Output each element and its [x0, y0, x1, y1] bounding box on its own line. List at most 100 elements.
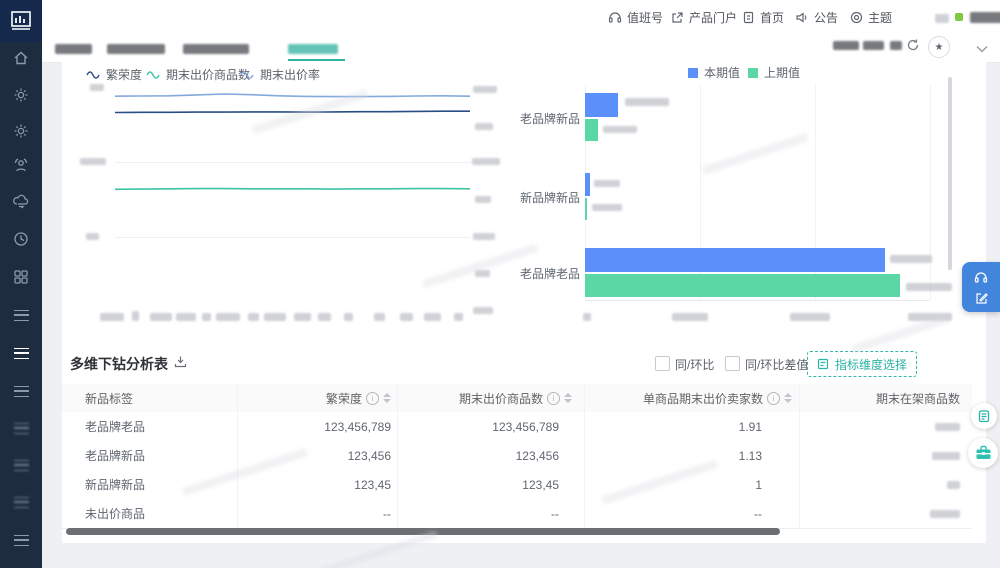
sidebar-item-list-6[interactable] [0, 528, 42, 552]
sidebar-item-home[interactable] [0, 46, 42, 70]
sort-icon[interactable] [383, 393, 391, 403]
sidebar-item-list-5[interactable] [0, 490, 42, 514]
gear-icon [13, 123, 29, 139]
table-row[interactable]: 老品牌新品 123,456 123,456 1.13 [62, 441, 972, 471]
bar-current-old-brand-new[interactable] [585, 93, 618, 117]
collapse-panel-button[interactable] [976, 40, 988, 58]
download-icon [174, 355, 187, 368]
tab-2[interactable] [107, 44, 165, 54]
bar-previous-old-brand-old[interactable] [585, 274, 900, 297]
redacted-value-label [625, 98, 669, 106]
tab-4-active[interactable] [288, 44, 338, 54]
table-download-button[interactable] [174, 355, 187, 373]
legend-item-prosperity[interactable]: 繁荣度 [86, 66, 142, 83]
sidebar-item-settings-1[interactable] [0, 83, 42, 107]
bar-previous-new-brand-new[interactable] [585, 198, 587, 220]
redacted-tick-label [318, 313, 331, 321]
legend-item-current-period[interactable]: 本期值 [688, 64, 740, 81]
grid-icon [13, 269, 29, 285]
sidebar-item-apps[interactable] [0, 265, 42, 289]
gear-icon [13, 87, 29, 103]
sidebar-item-list-2[interactable] [0, 379, 42, 403]
redacted-text [930, 510, 960, 518]
header-text: 期末出价商品数 [459, 390, 543, 407]
list-icon [14, 497, 29, 508]
menu-homepage[interactable]: 首页 [742, 0, 784, 34]
info-icon[interactable]: i [767, 392, 780, 405]
edit-icon[interactable] [975, 292, 988, 305]
header-text: 新品标签 [85, 390, 133, 407]
floating-toolbox-button[interactable] [968, 438, 998, 468]
floating-report-button[interactable] [971, 403, 997, 429]
table-section-title: 多维下钻分析表 [70, 354, 168, 374]
column-header-bid-product-count[interactable]: 期末出价商品数 i [398, 384, 585, 412]
floating-help-panel[interactable] [962, 262, 1000, 312]
table-row[interactable]: 老品牌老品 123,456,789 123,456,789 1.91 [62, 412, 972, 442]
active-tab-indicator [288, 59, 345, 61]
sidebar-item-user-broadcast[interactable] [0, 154, 42, 178]
column-header-seller-count[interactable]: 单商品期末出价卖家数 i [585, 384, 800, 412]
sidebar-item-list-1[interactable] [0, 303, 42, 327]
menu-product-portal[interactable]: 产品门户 [671, 0, 737, 34]
line-series-icon [86, 70, 100, 80]
redacted-tick-label [344, 313, 353, 321]
info-icon[interactable]: i [547, 392, 560, 405]
legend-label: 上期值 [764, 64, 800, 81]
top-header-bar: 值班号 产品门户 首页 公告 主题 [42, 0, 1000, 34]
redacted-tick-label [150, 313, 172, 321]
cell-value: -- [398, 499, 585, 528]
menu-theme[interactable]: 主题 [850, 0, 892, 34]
column-header-prosperity[interactable]: 繁荣度 i [238, 384, 398, 412]
gridline [930, 85, 931, 300]
menu-duty-number[interactable]: 值班号 [608, 0, 663, 34]
dashboard-card: 繁荣度 期末出价商品数 期末出价率 [62, 62, 986, 543]
menu-announcement[interactable]: 公告 [795, 0, 838, 34]
sidebar-item-history[interactable] [0, 227, 42, 251]
compare-checkbox-label[interactable]: 同/环比 [675, 356, 714, 373]
table-row[interactable]: 未出价商品 -- -- -- [62, 499, 972, 529]
tab-1[interactable] [55, 44, 92, 54]
app-logo[interactable] [0, 0, 42, 42]
sort-icon[interactable] [784, 393, 792, 403]
column-header-label[interactable]: 新品标签 [62, 384, 238, 412]
legend-item-bid-product-count[interactable]: 期末出价商品数 [146, 66, 250, 83]
redacted-tick-label [672, 313, 708, 321]
legend-item-previous-period[interactable]: 上期值 [748, 64, 800, 81]
redacted-tick-label [132, 311, 139, 321]
compare-diff-checkbox[interactable] [725, 356, 740, 371]
sidebar-item-sync[interactable] [0, 190, 42, 214]
favorite-button[interactable]: ★ [928, 36, 950, 58]
compare-checkbox[interactable] [655, 356, 670, 371]
sidebar-item-list-active[interactable] [0, 341, 42, 365]
redacted-tick-label [374, 313, 385, 321]
redacted-text [833, 41, 859, 50]
headset-icon[interactable] [974, 270, 988, 284]
tab-3[interactable] [183, 44, 249, 54]
chart-vertical-scrollbar[interactable] [948, 77, 952, 270]
cell-label: 老品牌新品 [62, 441, 238, 470]
redacted-value-label [890, 255, 932, 263]
sort-icon[interactable] [564, 393, 572, 403]
checkbox-icon [655, 356, 670, 371]
sidebar-item-list-3[interactable] [0, 416, 42, 440]
compare-diff-checkbox-label[interactable]: 同/环比差值 [745, 356, 808, 373]
legend-item-bid-rate[interactable]: 期末出价率 [240, 66, 320, 83]
info-icon[interactable]: i [366, 392, 379, 405]
column-header-on-shelf-count[interactable]: 期末在架商品数 [800, 384, 972, 412]
sidebar-item-settings-2[interactable] [0, 119, 42, 143]
cell-value-redacted [800, 412, 972, 441]
legend-swatch [748, 68, 758, 78]
bar-current-new-brand-new[interactable] [585, 173, 590, 196]
document-icon [742, 11, 755, 24]
redacted-axis-label [472, 158, 500, 165]
menu-label: 公告 [814, 9, 838, 26]
bar-plot-area[interactable] [585, 85, 930, 300]
redacted-axis-label [80, 158, 106, 165]
bar-previous-old-brand-new[interactable] [585, 119, 598, 141]
metric-dimension-select-button[interactable]: 指标维度选择 [807, 351, 917, 377]
sidebar-item-list-4[interactable] [0, 453, 42, 477]
refresh-button[interactable] [906, 38, 920, 57]
bar-current-old-brand-old[interactable] [585, 248, 885, 272]
table-header-row: 新品标签 繁荣度 i 期末出价商品数 i 单商品期末出价卖家数 i 期末在架商品… [62, 384, 972, 413]
cloud-sync-icon [13, 194, 29, 210]
